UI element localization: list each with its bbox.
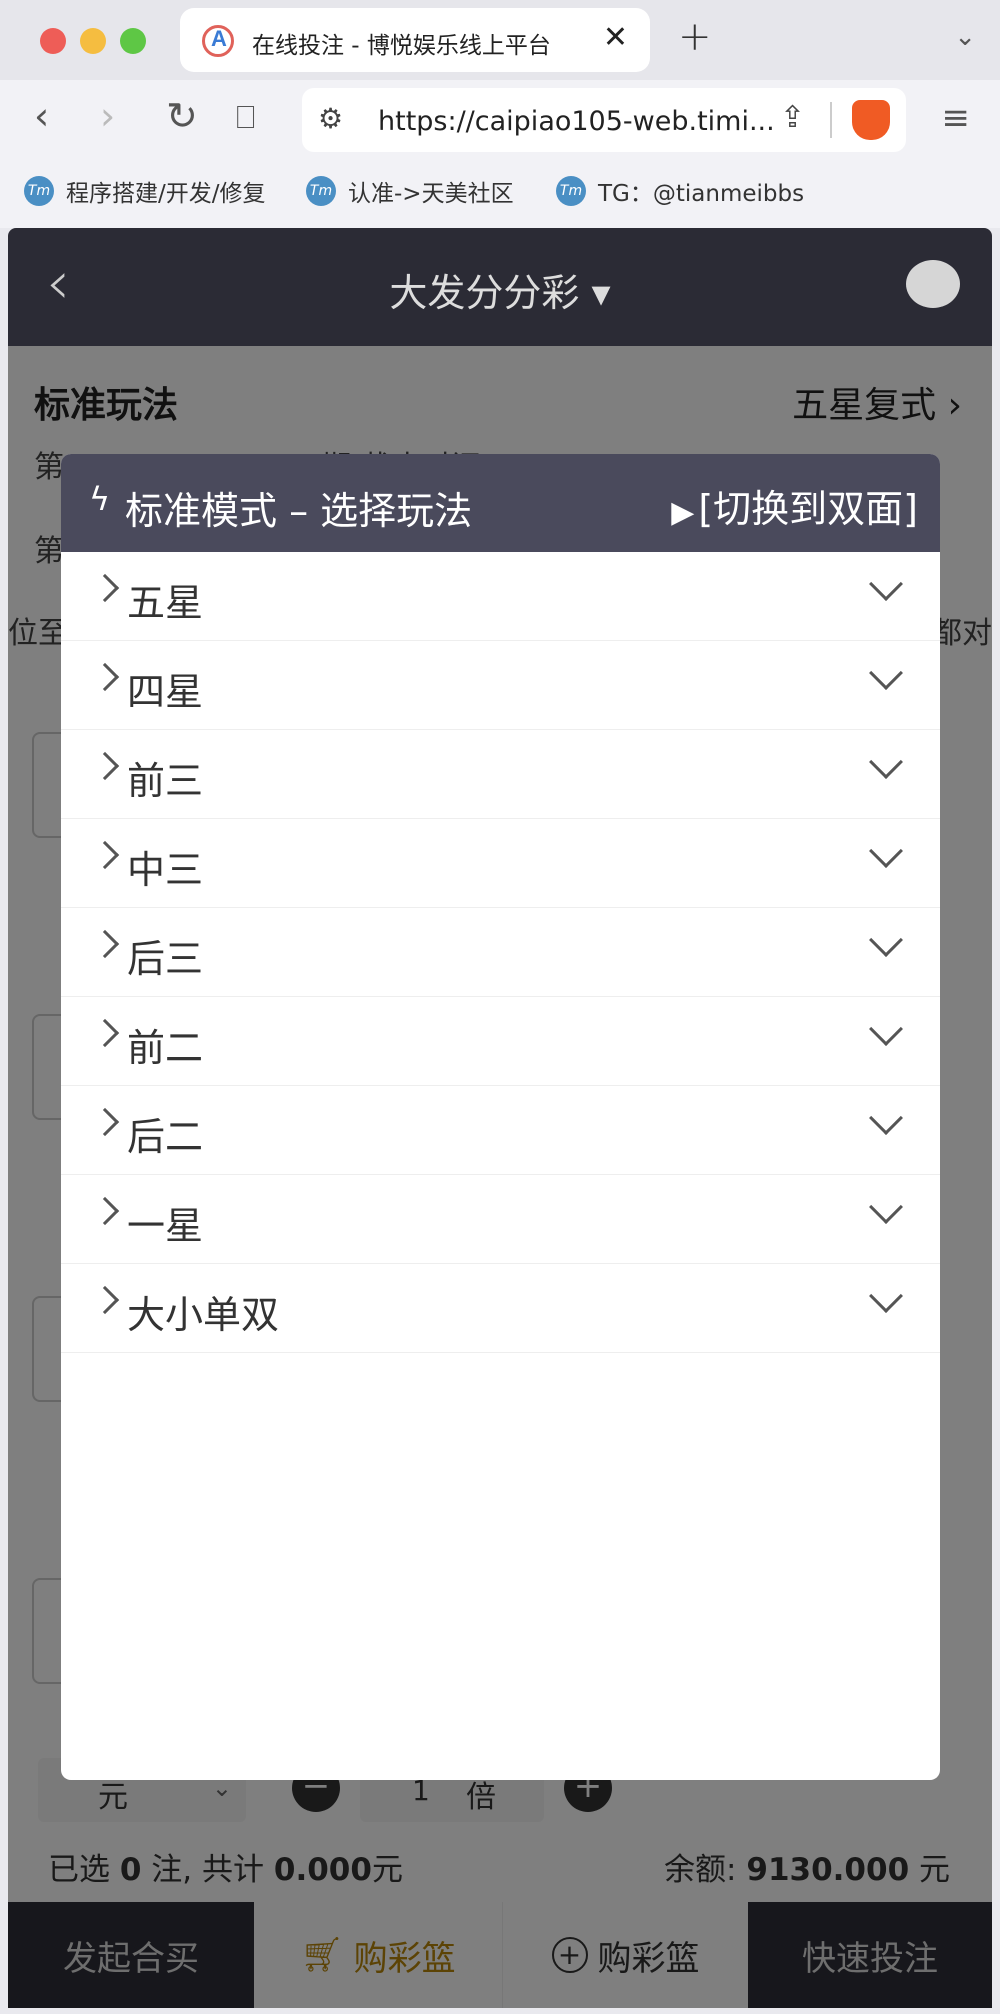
category-label: 五星 (127, 581, 204, 625)
lottery-title-dropdown[interactable]: 大发分分彩 ▾ (8, 262, 992, 317)
active-tab[interactable]: 在线投注 - 博悦娱乐线上平台 ✕ (180, 8, 650, 72)
switch-to-double-side-button[interactable]: ▶ [切换到双面] (671, 478, 918, 533)
bookmark-item[interactable]: Tm TG：@tianmeibbs (556, 174, 804, 208)
reload-icon[interactable]: ↻ (166, 94, 198, 138)
chevron-right-icon (90, 662, 120, 692)
tm-logo-icon: Tm (556, 176, 586, 206)
chevron-down-icon (869, 1190, 903, 1224)
bookmark-item[interactable]: Tm 程序搭建/开发/修复 (24, 174, 266, 208)
play-triangle-icon: ▶ (671, 495, 695, 530)
maximize-window-button[interactable] (120, 28, 146, 54)
play-select-modal: ϟ 标准模式 – 选择玩法 ▶ [切换到双面] 五星 四星 前三 中三 后三 前… (61, 454, 940, 1780)
bookmark-label: 认准->天美社区 (348, 181, 514, 207)
play-category-item[interactable]: 后二 (61, 1086, 940, 1175)
chevron-right-icon (90, 751, 120, 781)
site-settings-icon[interactable]: ⚙ (318, 102, 343, 135)
brave-shield-icon[interactable] (852, 100, 890, 140)
chevron-right-icon (90, 1196, 120, 1226)
browser-nav-bar: ‹ › ↻ ⎕ ⚙ https://caipiao105-web.timi...… (0, 80, 1000, 160)
lightning-icon: ϟ (89, 480, 111, 518)
bookmark-icon[interactable]: ⎕ (236, 98, 255, 137)
chevron-right-icon (90, 840, 120, 870)
new-tab-icon[interactable]: + (678, 14, 712, 60)
back-icon[interactable]: ‹ (34, 94, 49, 138)
category-label: 前二 (127, 1026, 204, 1070)
category-label: 四星 (127, 670, 204, 714)
chevron-right-icon (90, 1018, 120, 1048)
play-category-list: 五星 四星 前三 中三 后三 前二 后二 一星 大小单双 (61, 552, 940, 1353)
chat-bubble-icon[interactable] (906, 260, 960, 308)
category-label: 后二 (127, 1115, 204, 1159)
tab-close-icon[interactable]: ✕ (603, 20, 628, 55)
forward-icon[interactable]: › (100, 94, 115, 138)
category-label: 大小单双 (127, 1293, 280, 1337)
chevron-down-icon (869, 567, 903, 601)
bookmark-label: 程序搭建/开发/修复 (66, 181, 266, 207)
tab-list-chevron-down-icon[interactable]: ⌄ (954, 22, 976, 52)
chevron-down-icon (869, 1279, 903, 1313)
browser-tab-bar: 在线投注 - 博悦娱乐线上平台 ✕ + ⌄ (0, 0, 1000, 80)
chevron-down-icon (869, 656, 903, 690)
page-header: ‹ 大发分分彩 ▾ (8, 228, 992, 346)
bookmarks-bar: Tm 程序搭建/开发/修复 Tm 认准->天美社区 Tm TG：@tianmei… (0, 160, 1000, 228)
tab-title: 在线投注 - 博悦娱乐线上平台 (252, 33, 551, 59)
modal-header: ϟ 标准模式 – 选择玩法 ▶ [切换到双面] (61, 454, 940, 552)
modal-title: 标准模式 – 选择玩法 (125, 489, 473, 533)
category-label: 一星 (127, 1204, 204, 1248)
bookmark-item[interactable]: Tm 认准->天美社区 (306, 174, 514, 208)
category-label: 中三 (127, 848, 204, 892)
chevron-right-icon (90, 1107, 120, 1137)
play-category-item[interactable]: 中三 (61, 819, 940, 908)
chevron-right-icon (90, 1285, 120, 1315)
chevron-right-icon (90, 573, 120, 603)
divider (830, 102, 832, 138)
site-favicon-icon (202, 25, 234, 57)
bookmark-label: TG：@tianmeibbs (598, 181, 805, 207)
minimize-window-button[interactable] (80, 28, 106, 54)
play-category-item[interactable]: 前二 (61, 997, 940, 1086)
address-bar[interactable]: ⚙ https://caipiao105-web.timi... ⇪ (302, 88, 906, 152)
switch-label: [切换到双面] (698, 487, 918, 531)
chevron-down-icon (869, 1012, 903, 1046)
play-category-item[interactable]: 后三 (61, 908, 940, 997)
play-category-item[interactable]: 前三 (61, 730, 940, 819)
hamburger-menu-icon[interactable]: ≡ (942, 98, 971, 138)
play-category-item[interactable]: 大小单双 (61, 1264, 940, 1353)
close-window-button[interactable] (40, 28, 66, 54)
url-text[interactable]: https://caipiao105-web.timi... (378, 106, 778, 137)
chevron-down-icon (869, 834, 903, 868)
category-label: 前三 (127, 759, 204, 803)
chevron-down-icon (869, 1101, 903, 1135)
play-category-item[interactable]: 一星 (61, 1175, 940, 1264)
play-category-item[interactable]: 四星 (61, 641, 940, 730)
tm-logo-icon: Tm (24, 176, 54, 206)
tm-logo-icon: Tm (306, 176, 336, 206)
chevron-down-icon (869, 923, 903, 957)
play-category-item[interactable]: 五星 (61, 552, 940, 641)
chevron-down-icon (869, 745, 903, 779)
category-label: 后三 (127, 937, 204, 981)
chevron-right-icon (90, 929, 120, 959)
share-icon[interactable]: ⇪ (780, 100, 805, 135)
